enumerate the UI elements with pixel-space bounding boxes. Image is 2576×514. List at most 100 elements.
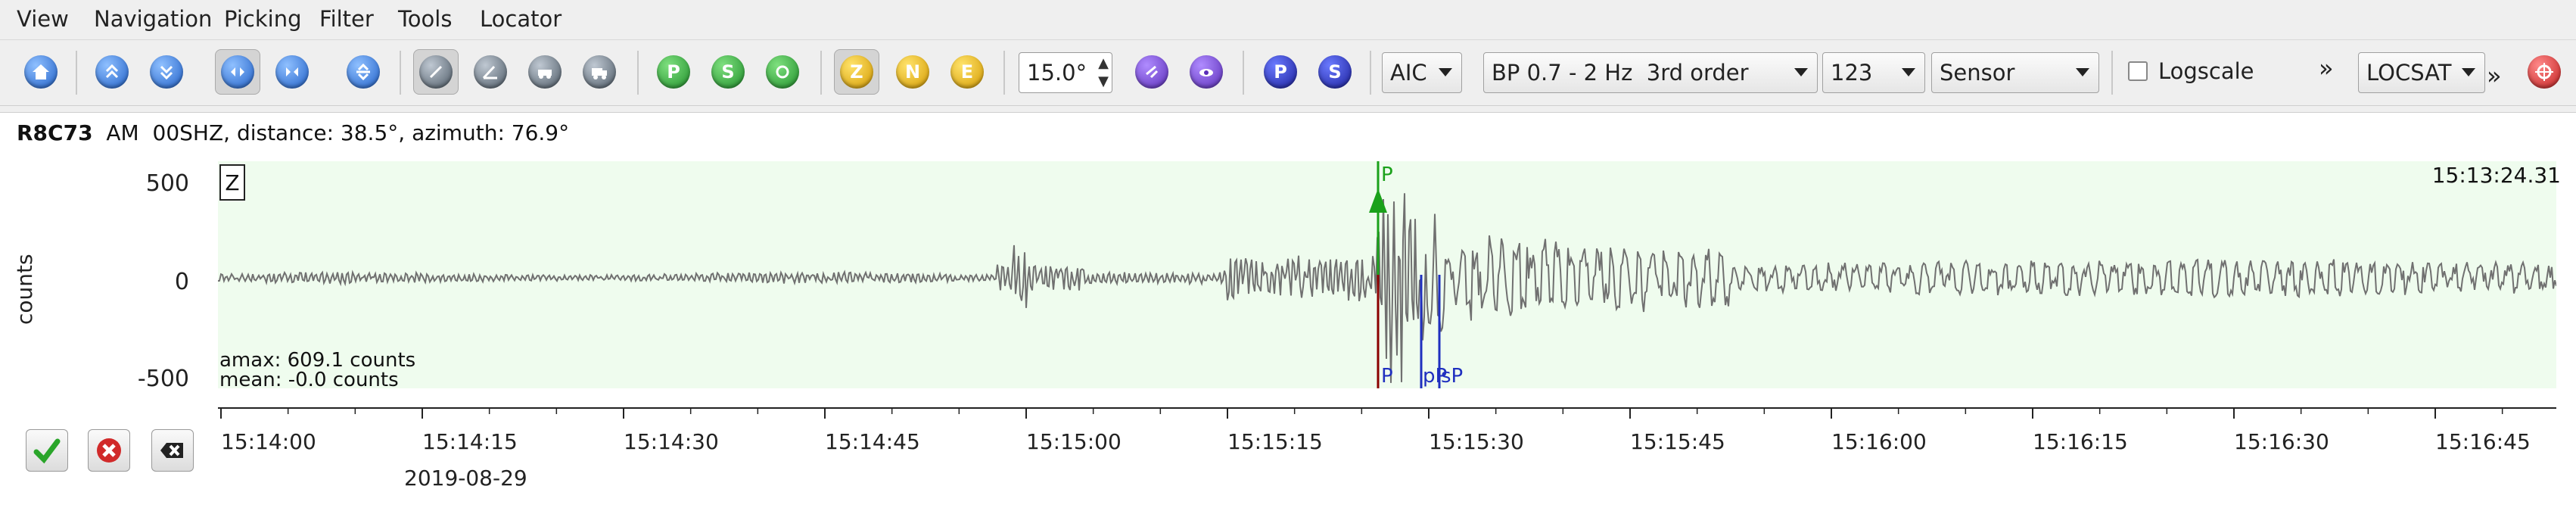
car-icon bbox=[528, 55, 562, 89]
time-tick-label: 15:16:00 bbox=[1831, 429, 1927, 454]
trace-panel: R8C73 AM 00SHZ, distance: 38.5°, azimuth… bbox=[0, 112, 2576, 514]
separator bbox=[820, 51, 822, 95]
time-tick-label: 15:16:45 bbox=[2435, 429, 2531, 454]
component-e-button[interactable]: E bbox=[944, 49, 990, 95]
pick-tool-icon bbox=[419, 55, 453, 89]
unit-mode-select[interactable]: Sensor bbox=[1931, 52, 2099, 93]
chevron-down-icon bbox=[1439, 68, 1452, 76]
rotate-icon bbox=[1135, 55, 1168, 89]
time-tick-label: 15:14:00 bbox=[221, 429, 316, 454]
locator-value: LOCSAT bbox=[2366, 60, 2452, 86]
component-n-icon: N bbox=[896, 55, 929, 89]
p-phase-icon: P bbox=[1264, 55, 1297, 89]
menu-filter[interactable]: Filter bbox=[319, 6, 374, 32]
home-button[interactable] bbox=[18, 49, 64, 95]
chevron-down-icon bbox=[1902, 68, 1915, 76]
angle-icon bbox=[474, 55, 507, 89]
close-icon bbox=[160, 443, 183, 458]
menu-navigation[interactable]: Navigation bbox=[94, 6, 212, 32]
expand-horizontal-icon bbox=[221, 55, 254, 89]
pick-s-icon: S bbox=[711, 55, 745, 89]
relocate-button[interactable] bbox=[2522, 49, 2567, 95]
time-tick-label: 15:15:45 bbox=[1630, 429, 1725, 454]
disable-button[interactable] bbox=[151, 429, 194, 472]
scroll-up-button[interactable] bbox=[89, 49, 135, 95]
chevron-down-icon bbox=[2462, 68, 2475, 76]
overflow-icon[interactable]: » bbox=[2487, 61, 2502, 90]
spin-arrows-icon[interactable]: ▲ ▼ bbox=[1098, 55, 1109, 91]
chevrons-up-icon bbox=[95, 55, 129, 89]
align-vertical-icon bbox=[347, 55, 380, 89]
accept-button[interactable] bbox=[26, 429, 68, 472]
angle-value: 15.0° bbox=[1027, 60, 1087, 86]
filter-value: BP 0.7 - 2 Hz 3rd order bbox=[1492, 60, 1749, 86]
locator-select[interactable]: LOCSAT bbox=[2358, 52, 2485, 93]
overflow-icon[interactable]: » bbox=[2319, 54, 2334, 83]
pick-p-button[interactable]: P bbox=[1258, 49, 1303, 95]
component-e-icon: E bbox=[950, 55, 984, 89]
pick-tool-button[interactable] bbox=[413, 49, 459, 95]
target-icon bbox=[2528, 55, 2561, 89]
truck-tool-button[interactable] bbox=[577, 49, 622, 95]
component-n-button[interactable]: N bbox=[890, 49, 935, 95]
time-tick-label: 15:16:30 bbox=[2234, 429, 2329, 454]
time-tick-label: 15:14:15 bbox=[422, 429, 518, 454]
unit-mode-value: Sensor bbox=[1940, 60, 2015, 86]
rotate-button[interactable] bbox=[1129, 49, 1174, 95]
chevron-down-icon bbox=[1794, 68, 1808, 76]
pick-p-green-button[interactable]: P bbox=[651, 49, 696, 95]
chevrons-down-icon bbox=[150, 55, 183, 89]
s-phase-icon: S bbox=[1318, 55, 1352, 89]
checkmark-icon bbox=[33, 438, 61, 464]
time-tick-label: 15:16:15 bbox=[2033, 429, 2128, 454]
time-tick-label: 15:14:45 bbox=[825, 429, 920, 454]
logscale-label: Logscale bbox=[2158, 58, 2254, 84]
counts-mode-select[interactable]: 123 bbox=[1822, 52, 1925, 93]
home-icon bbox=[24, 55, 58, 89]
measure-angle-button[interactable] bbox=[468, 49, 513, 95]
compress-horizontal-icon bbox=[275, 55, 309, 89]
expand-horizontal-button[interactable] bbox=[215, 49, 260, 95]
filter-select[interactable]: BP 0.7 - 2 Hz 3rd order bbox=[1483, 52, 1818, 93]
time-tick-label: 15:14:30 bbox=[624, 429, 719, 454]
pick-p-icon: P bbox=[657, 55, 690, 89]
picker-method-value: AIC bbox=[1390, 60, 1427, 86]
chevron-down-icon bbox=[2076, 68, 2089, 76]
pick-cycle-button[interactable] bbox=[760, 49, 805, 95]
pick-s-green-button[interactable]: S bbox=[705, 49, 751, 95]
reject-button[interactable] bbox=[88, 429, 130, 472]
counts-mode-value: 123 bbox=[1831, 60, 1873, 86]
truck-icon bbox=[583, 55, 616, 89]
menu-locator[interactable]: Locator bbox=[480, 6, 562, 32]
separator bbox=[1243, 51, 1244, 95]
scroll-down-button[interactable] bbox=[144, 49, 189, 95]
toolbar: P S Z N E 15.0° ▲ ▼ P S AIC BP 0.7 - 2 H… bbox=[0, 39, 2576, 106]
align-vertical-button[interactable] bbox=[341, 49, 386, 95]
separator bbox=[2111, 51, 2113, 95]
eye-button[interactable] bbox=[1184, 49, 1229, 95]
pick-s-button[interactable]: S bbox=[1312, 49, 1358, 95]
separator bbox=[76, 51, 77, 95]
component-z-button[interactable]: Z bbox=[834, 49, 879, 95]
menu-bar: View Navigation Picking Filter Tools Loc… bbox=[0, 0, 2576, 38]
car-tool-button[interactable] bbox=[522, 49, 568, 95]
logscale-checkbox[interactable] bbox=[2128, 61, 2148, 81]
date-label: 2019-08-29 bbox=[404, 466, 527, 491]
menu-view[interactable]: View bbox=[17, 6, 69, 32]
reject-icon bbox=[97, 438, 121, 463]
time-tick-label: 15:15:30 bbox=[1429, 429, 1524, 454]
cycle-icon bbox=[766, 55, 799, 89]
angle-spinbox[interactable]: 15.0° ▲ ▼ bbox=[1019, 52, 1112, 93]
separator bbox=[637, 51, 639, 95]
time-tick-label: 15:15:00 bbox=[1026, 429, 1122, 454]
menu-picking[interactable]: Picking bbox=[224, 6, 302, 32]
menu-tools[interactable]: Tools bbox=[398, 6, 452, 32]
picker-method-select[interactable]: AIC bbox=[1382, 52, 1462, 93]
compress-horizontal-button[interactable] bbox=[269, 49, 315, 95]
separator bbox=[1370, 51, 1371, 95]
separator bbox=[1003, 51, 1005, 95]
eye-icon bbox=[1190, 55, 1223, 89]
time-tick-label: 15:15:15 bbox=[1227, 429, 1323, 454]
component-z-icon: Z bbox=[840, 55, 873, 89]
separator bbox=[400, 51, 401, 95]
